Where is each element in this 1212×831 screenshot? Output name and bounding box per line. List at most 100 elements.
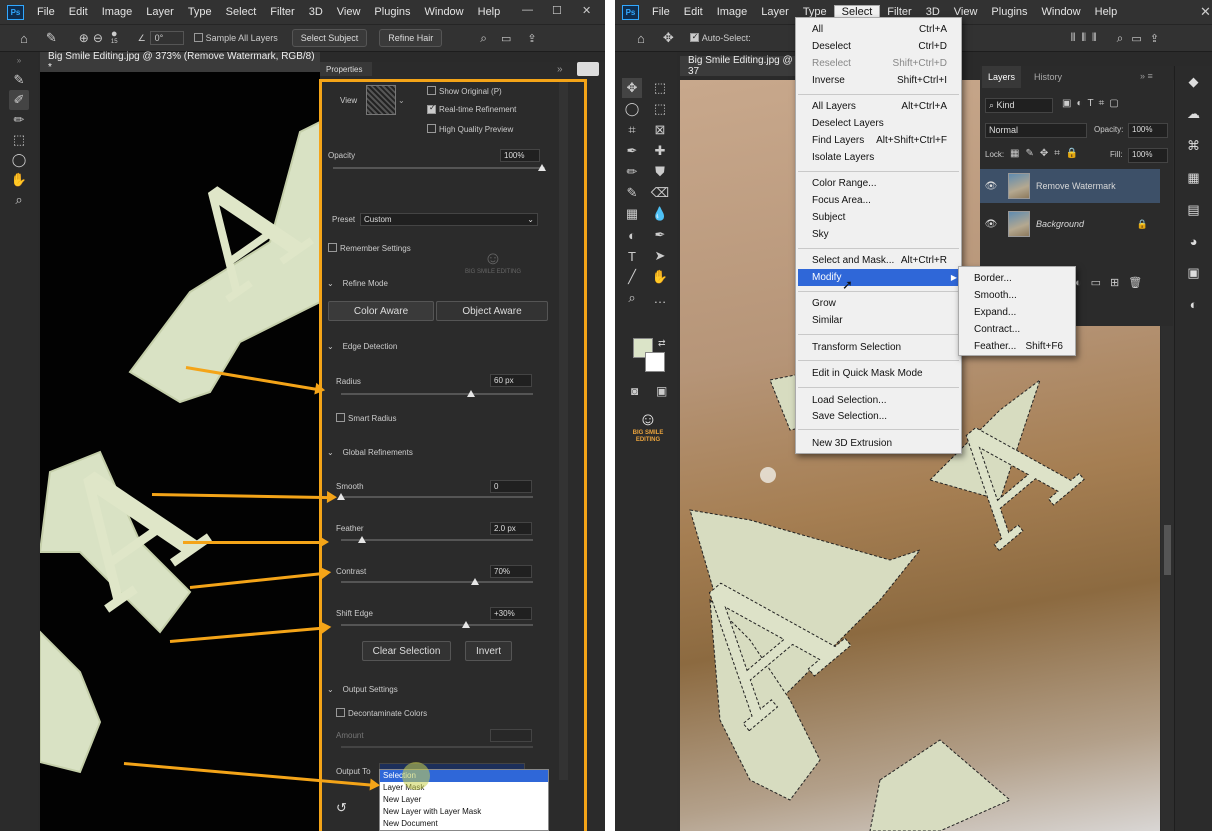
- eye-icon[interactable]: 👁: [980, 219, 1002, 230]
- filter-icons[interactable]: ▣◐T⌗▢: [1062, 98, 1124, 109]
- type-icon[interactable]: T: [622, 246, 642, 266]
- opacity-field[interactable]: 100%: [1128, 123, 1168, 138]
- share-icon[interactable]: ⇪: [1150, 32, 1159, 45]
- panel-menu-icon[interactable]: » ≡: [1140, 71, 1153, 81]
- search-icon[interactable]: ⌕: [480, 31, 487, 46]
- grid-icon[interactable]: ▦: [1187, 170, 1199, 186]
- refine-edge-brush-icon[interactable]: ✐: [9, 90, 29, 110]
- select-subject-button[interactable]: Select Subject: [291, 29, 368, 47]
- layers-panel-icon[interactable]: ◆: [1189, 74, 1199, 90]
- layers-tab[interactable]: Layers: [982, 66, 1022, 88]
- collapse-panel-icon[interactable]: »: [557, 64, 563, 75]
- quick-selection-icon[interactable]: ✎: [9, 70, 29, 90]
- menu-item-quick-mask[interactable]: Edit in Quick Mask Mode: [812, 366, 923, 381]
- menu-file[interactable]: File: [30, 6, 62, 18]
- menu-item-focus-area[interactable]: Focus Area...: [812, 193, 871, 208]
- angle-field[interactable]: 0°: [149, 31, 184, 45]
- menu-image[interactable]: Image: [710, 6, 755, 18]
- properties-tab[interactable]: Properties: [320, 62, 372, 76]
- crop-icon[interactable]: ⌗: [622, 120, 642, 140]
- menu-layer[interactable]: Layer: [139, 6, 181, 18]
- history-tab[interactable]: History: [1028, 66, 1068, 88]
- layer-actions[interactable]: ◐▭⊞🗑: [1075, 276, 1151, 289]
- workspace-icon[interactable]: ▭: [1131, 32, 1141, 45]
- menu-item-subject[interactable]: Subject: [812, 210, 845, 225]
- menu-filter[interactable]: Filter: [263, 6, 301, 18]
- menu-item-similar[interactable]: Similar: [812, 313, 843, 328]
- auto-select-checkbox[interactable]: Auto-Select:: [689, 33, 751, 43]
- submenu-item-border[interactable]: Border...: [974, 271, 1012, 286]
- adjustments-icon[interactable]: ◐: [1190, 297, 1198, 312]
- swap-colors-icon[interactable]: ⇄: [658, 338, 666, 349]
- menu-select[interactable]: Select: [219, 6, 264, 18]
- submenu-item-contract[interactable]: Contract...: [974, 322, 1020, 337]
- canvas-scroll-thumb[interactable]: [1164, 525, 1171, 575]
- eye-icon[interactable]: 👁: [980, 181, 1002, 192]
- menu-item-all[interactable]: All: [812, 22, 823, 37]
- workspace-icon[interactable]: ▭: [501, 32, 511, 45]
- menu-item-select-and-mask[interactable]: Select and Mask...: [812, 253, 894, 268]
- menu-item-load-selection[interactable]: Load Selection...: [812, 393, 887, 408]
- menu-item-new-3d-extrusion[interactable]: New 3D Extrusion: [812, 436, 892, 451]
- libraries-icon[interactable]: ☁: [1187, 106, 1200, 122]
- menu-item-inverse[interactable]: Inverse: [812, 73, 845, 88]
- menu-help[interactable]: Help: [1088, 6, 1125, 18]
- menu-item-sky[interactable]: Sky: [812, 227, 829, 242]
- layer-row-background[interactable]: 👁 Background 🔒: [980, 207, 1160, 241]
- minimize-icon[interactable]: —: [522, 4, 533, 16]
- menu-file[interactable]: File: [645, 6, 677, 18]
- menu-item-all-layers[interactable]: All Layers: [812, 99, 856, 114]
- menu-layer[interactable]: Layer: [754, 6, 796, 18]
- background-color-swatch[interactable]: [645, 352, 665, 372]
- close-icon[interactable]: ✕: [582, 4, 591, 17]
- submenu-item-smooth[interactable]: Smooth...: [974, 288, 1017, 303]
- menu-item-find-layers[interactable]: Find Layers: [812, 133, 864, 148]
- hand-icon[interactable]: ✋: [9, 170, 29, 190]
- zoom-icon[interactable]: ⌕: [9, 190, 29, 210]
- maximize-icon[interactable]: ☐: [552, 4, 562, 17]
- menu-3d[interactable]: 3D: [302, 6, 330, 18]
- eyedropper-icon[interactable]: ✒: [622, 141, 642, 161]
- lasso-icon[interactable]: ◯: [622, 99, 642, 119]
- history-brush-icon[interactable]: ✎: [622, 183, 642, 203]
- close-icon[interactable]: ✕: [1200, 4, 1211, 20]
- brush-size-picker[interactable]: ● 15: [111, 29, 118, 46]
- channels-icon[interactable]: ▤: [1187, 202, 1199, 218]
- object-selection-icon[interactable]: ⬚: [9, 130, 29, 150]
- kind-filter-dropdown[interactable]: ⌕ Kind: [985, 98, 1053, 113]
- pen-icon[interactable]: ✒: [650, 225, 670, 245]
- canvas-area[interactable]: A A: [40, 72, 320, 831]
- submenu-item-expand[interactable]: Expand...: [974, 305, 1016, 320]
- move-icon[interactable]: ✥: [622, 78, 642, 98]
- move-tool-icon[interactable]: ✥: [663, 30, 674, 46]
- marquee-icon[interactable]: ⬚: [650, 78, 670, 98]
- stamp-icon[interactable]: ⛊: [650, 162, 670, 182]
- align-icons[interactable]: ⫴⫴⫴: [1071, 32, 1103, 45]
- menu-item-deselect[interactable]: Deselect: [812, 39, 851, 54]
- menu-type[interactable]: Type: [181, 6, 219, 18]
- menu-window[interactable]: Window: [1035, 6, 1088, 18]
- eraser-icon[interactable]: ⌫: [650, 183, 670, 203]
- menu-help[interactable]: Help: [471, 6, 508, 18]
- menu-view[interactable]: View: [330, 6, 368, 18]
- subtract-mode-icon[interactable]: ⊖: [93, 31, 103, 45]
- menu-plugins[interactable]: Plugins: [984, 6, 1034, 18]
- screen-mode-icon[interactable]: ▣: [656, 384, 667, 398]
- camera-icon[interactable]: [577, 62, 599, 76]
- blend-mode-dropdown[interactable]: Normal: [985, 123, 1087, 138]
- search-icon[interactable]: ⌕: [1117, 31, 1124, 46]
- more-tools-icon[interactable]: …: [650, 288, 670, 308]
- brush-icon[interactable]: ✏: [9, 110, 29, 130]
- submenu-item-feather[interactable]: Feather...: [974, 339, 1016, 354]
- lasso-icon[interactable]: ◯: [9, 150, 29, 170]
- quick-mask-icon[interactable]: ◙: [631, 384, 638, 398]
- menu-item-transform-selection[interactable]: Transform Selection: [812, 340, 901, 355]
- fill-field[interactable]: 100%: [1128, 148, 1168, 163]
- menu-item-reselect[interactable]: Reselect: [812, 56, 851, 71]
- blur-icon[interactable]: 💧: [650, 204, 670, 224]
- menu-window[interactable]: Window: [418, 6, 471, 18]
- menu-edit[interactable]: Edit: [62, 6, 95, 18]
- document-tab[interactable]: Big Smile Editing.jpg @ 37: [680, 55, 800, 77]
- home-icon[interactable]: ⌂: [20, 31, 28, 46]
- frame-icon[interactable]: ⊠: [650, 120, 670, 140]
